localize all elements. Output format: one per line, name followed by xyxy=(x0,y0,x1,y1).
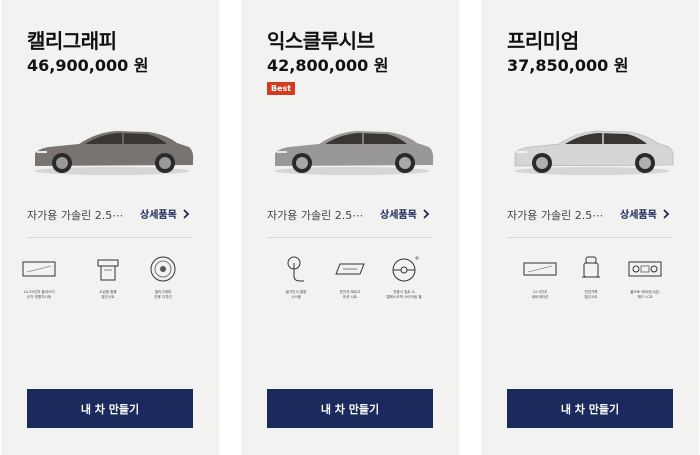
feature-item: 풀오토 에어컨(3존) 헤드 LCD xyxy=(620,254,670,300)
car-image xyxy=(514,130,674,175)
car-image xyxy=(274,131,434,175)
feature-item: 천연가죽 열선시트 xyxy=(566,254,616,300)
feature-label: 풀오토 에어컨(3존) 헤드 LCD xyxy=(630,290,660,299)
build-my-car-button[interactable]: 내 차 만들기 xyxy=(507,389,673,428)
feature-label: 천연가죽 열선시트 xyxy=(584,290,598,299)
trim-price: 37,850,000 원 xyxy=(507,56,629,75)
wheel-icon xyxy=(150,256,176,282)
detail-link-label: 상세품목 xyxy=(620,210,657,221)
divider xyxy=(27,237,193,238)
chevron-right-icon xyxy=(183,208,190,219)
display-screen-icon xyxy=(22,261,56,277)
detail-link-label: 상세품목 xyxy=(380,210,417,221)
steering-wheel-icon xyxy=(392,256,419,282)
trim-title: 캘리그래피 xyxy=(27,29,117,53)
car-image xyxy=(34,131,194,175)
chevron-right-icon xyxy=(423,208,430,219)
feature-label: 운전석 에르고 모션 시트 xyxy=(339,290,361,299)
spec-summary: 자가용 가솔린 2.5⋯ xyxy=(27,209,124,222)
trim-card-exclusive: 익스클루시브 42,800,000 원 Best 자가용 가솔린 2.5⋯ 상세… xyxy=(241,0,459,455)
trim-title: 프리미엄 xyxy=(507,29,579,53)
feature-item: 전동식 틸트 & 텔레스코픽 스티어링 휠 xyxy=(379,254,429,300)
trim-card-premium: 프리미엄 37,850,000 원 자가용 가솔린 2.5⋯ 상세품목 12.3… xyxy=(481,0,699,455)
massage-seat-icon xyxy=(335,263,365,275)
feature-label: 필기인식 통합 시스템 xyxy=(285,290,307,299)
detail-link[interactable]: 상세품목 xyxy=(620,206,670,221)
build-my-car-button[interactable]: 내 차 만들기 xyxy=(27,389,193,428)
seat-heating-icon xyxy=(97,259,119,281)
spec-summary: 자가용 가솔린 2.5⋯ xyxy=(507,209,604,222)
divider xyxy=(507,237,673,238)
feature-label: 10.25인치 클러스터 순차 방향지시등 xyxy=(23,290,55,299)
feature-item: 10.25인치 클러스터 순차 방향지시등 xyxy=(14,254,64,300)
climate-panel-icon xyxy=(628,261,662,277)
feature-item: 12.3인치 내비게이션 xyxy=(515,254,565,300)
feature-label: 캘리그래피 전용 디자인 xyxy=(154,290,172,299)
feature-item: 캘리그래피 전용 디자인 xyxy=(138,254,188,300)
chevron-right-icon xyxy=(663,208,670,219)
seat-icon xyxy=(582,256,600,278)
feature-label: 전동식 틸트 & 텔레스코픽 스티어링 휠 xyxy=(386,290,422,299)
touch-control-icon xyxy=(287,256,304,282)
spec-summary: 자가용 가솔린 2.5⋯ xyxy=(267,209,364,222)
divider xyxy=(267,237,433,238)
feature-item: 필기인식 통합 시스템 xyxy=(271,254,321,300)
feature-item: 운전석 에르고 모션 시트 xyxy=(325,254,375,300)
detail-link-label: 상세품목 xyxy=(140,210,177,221)
trim-title: 익스클루시브 xyxy=(267,29,375,53)
feature-label: 고급형 통풍 열선시트 xyxy=(99,290,117,299)
build-my-car-button[interactable]: 내 차 만들기 xyxy=(267,389,433,428)
detail-link[interactable]: 상세품목 xyxy=(140,206,190,221)
detail-link[interactable]: 상세품목 xyxy=(380,206,430,221)
trim-price: 46,900,000 원 xyxy=(27,56,149,75)
best-badge: Best xyxy=(267,82,296,95)
trim-card-calligraphy: 캘리그래피 46,900,000 원 자가용 가솔린 2.5⋯ 상세품목 10.… xyxy=(1,0,219,455)
feature-item: 고급형 통풍 열선시트 xyxy=(83,254,133,300)
display-screen-icon xyxy=(523,262,557,276)
feature-label: 12.3인치 내비게이션 xyxy=(531,290,549,299)
trim-price: 42,800,000 원 xyxy=(267,56,389,75)
